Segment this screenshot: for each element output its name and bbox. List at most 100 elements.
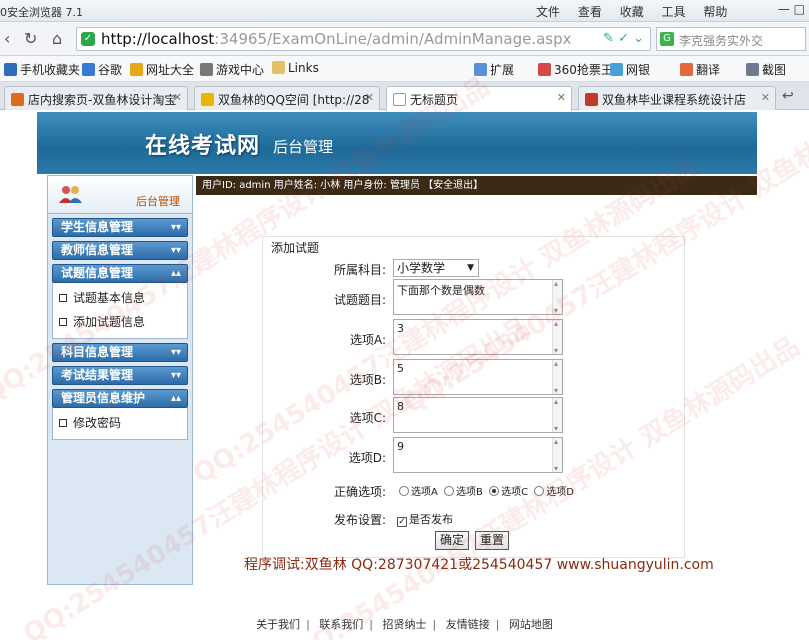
url-input[interactable]: ✓ http://localhost:34965/ExamOnLine/admi… bbox=[76, 27, 651, 51]
chevron-down-icon: ▾▾ bbox=[170, 245, 181, 256]
fav-item-extensions[interactable]: 扩展 bbox=[474, 61, 514, 78]
publish-checkbox[interactable]: ✓ 是否发布 bbox=[397, 511, 453, 527]
chevron-down-icon: ▾▾ bbox=[170, 222, 181, 233]
sidebar-group-body: 试题基本信息 添加试题信息 bbox=[52, 283, 188, 339]
tab-untitled[interactable]: 无标题页 ✕ bbox=[386, 86, 572, 111]
subject-label: 所属科目: bbox=[333, 263, 386, 277]
tab-course-store[interactable]: 双鱼林毕业课程系统设计店 ✕ bbox=[578, 86, 776, 110]
chevron-up-icon: ▴▴ bbox=[170, 268, 181, 279]
subject-select[interactable]: 小学数学 ▼ bbox=[393, 259, 479, 277]
menu-tools[interactable]: 工具 bbox=[662, 5, 686, 19]
chevron-down-icon: ▾▾ bbox=[170, 347, 181, 358]
footer-link-contact[interactable]: 联系我们 bbox=[319, 618, 363, 631]
web-page: 在线考试网 后台管理 用户ID: admin 用户姓名: 小林 用户身份: 管理… bbox=[0, 111, 809, 640]
fav-item-translate[interactable]: 翻译 bbox=[680, 61, 720, 78]
maximize-icon[interactable]: □ bbox=[794, 2, 805, 16]
close-icon[interactable]: ✕ bbox=[173, 91, 182, 104]
form-title: 添加试题 bbox=[271, 241, 320, 255]
tab-taobao-search[interactable]: 店内搜索页-双鱼林设计淘宝 ✕ bbox=[4, 86, 188, 110]
sidebar-group-student: 学生信息管理 ▾▾ bbox=[52, 218, 188, 237]
menu-file[interactable]: 文件 bbox=[536, 5, 560, 19]
browser-menu-bar: 文件 查看 收藏 工具 帮助 bbox=[536, 3, 741, 20]
answer-radio-b[interactable]: 选项B bbox=[441, 486, 483, 498]
fav-item-google[interactable]: 谷歌 bbox=[82, 61, 122, 78]
refresh-icon[interactable]: ↻ bbox=[24, 29, 37, 48]
sidebar-header: 后台管理 bbox=[48, 176, 192, 214]
fav-item-links[interactable]: Links bbox=[272, 61, 319, 75]
sidebar-group-body: 修改密码 bbox=[52, 408, 188, 440]
users-icon bbox=[59, 186, 82, 203]
browser-app-title: 0安全浏览器 7.1 bbox=[0, 6, 83, 19]
sidebar-group-admin: 管理员信息维护 ▴▴ 修改密码 bbox=[52, 389, 188, 440]
bullet-square-icon bbox=[59, 419, 67, 427]
footer-link-friends[interactable]: 友情链接 bbox=[446, 618, 490, 631]
sidebar-group-header[interactable]: 教师信息管理 ▾▾ bbox=[52, 241, 188, 260]
menu-help[interactable]: 帮助 bbox=[703, 5, 727, 19]
footer-link-sitemap[interactable]: 网站地图 bbox=[509, 618, 553, 631]
fav-item-bank[interactable]: 网银 bbox=[610, 61, 650, 78]
answer-radio-d[interactable]: 选项D bbox=[531, 486, 574, 498]
sidebar-group-header[interactable]: 管理员信息维护 ▴▴ bbox=[52, 389, 188, 408]
site-logo-subtitle: 后台管理 bbox=[273, 138, 334, 156]
sidebar-group-header[interactable]: 科目信息管理 ▾▾ bbox=[52, 343, 188, 362]
answer-radio-c[interactable]: 选项C bbox=[486, 486, 528, 498]
menu-view[interactable]: 查看 bbox=[578, 5, 602, 19]
option-b-label: 选项B: bbox=[349, 373, 386, 387]
chevron-down-icon: ▾▾ bbox=[170, 370, 181, 381]
sidebar-group-header[interactable]: 考试结果管理 ▾▾ bbox=[52, 366, 188, 385]
chevron-up-icon: ▴▴ bbox=[170, 393, 181, 404]
close-icon[interactable]: ✕ bbox=[365, 91, 374, 104]
minimize-icon[interactable]: — bbox=[778, 2, 790, 16]
question-label: 试题题目: bbox=[333, 293, 386, 307]
back-arrow-icon[interactable]: ‹ bbox=[4, 29, 10, 48]
sidebar-item-question-list[interactable]: 试题基本信息 bbox=[59, 286, 187, 310]
answer-radio-a[interactable]: 选项A bbox=[396, 486, 438, 498]
tab-qq-zone[interactable]: 双鱼林的QQ空间 [http://28 ✕ bbox=[194, 86, 380, 110]
scrollbar[interactable] bbox=[552, 437, 562, 473]
store-icon bbox=[585, 93, 598, 106]
sidebar-title: 后台管理 bbox=[136, 195, 180, 208]
reset-button[interactable]: 重置 bbox=[475, 531, 510, 550]
option-d-textarea[interactable]: 9 bbox=[393, 437, 563, 473]
tab-bar: 店内搜索页-双鱼林设计淘宝 ✕ 双鱼林的QQ空间 [http://28 ✕ 无标题页… bbox=[0, 82, 809, 111]
new-tab-icon[interactable]: ↩ bbox=[782, 88, 794, 104]
footer-link-jobs[interactable]: 招贤纳士 bbox=[383, 618, 427, 631]
scrollbar[interactable] bbox=[552, 319, 562, 355]
sidebar-group-header[interactable]: 试题信息管理 ▴▴ bbox=[52, 264, 188, 283]
scrollbar[interactable] bbox=[552, 397, 562, 433]
confirm-button[interactable]: 确定 bbox=[435, 531, 470, 550]
answer-label: 正确选项: bbox=[333, 485, 386, 499]
sidebar-group-header[interactable]: 学生信息管理 ▾▾ bbox=[52, 218, 188, 237]
user-info-bar[interactable]: 用户ID: admin 用户姓名: 小林 用户身份: 管理员 【安全退出】 bbox=[196, 176, 757, 195]
sidebar-item-change-password[interactable]: 修改密码 bbox=[59, 411, 187, 435]
menu-favorites[interactable]: 收藏 bbox=[620, 5, 644, 19]
home-icon[interactable]: ⌂ bbox=[52, 29, 62, 48]
add-question-form: 添加试题 所属科目: 小学数学▼ 试题题目: 下面那个数是偶数 选项A: 3 选… bbox=[262, 236, 685, 558]
close-icon[interactable]: ✕ bbox=[761, 91, 770, 104]
fav-item-web-directory[interactable]: 网址大全 bbox=[130, 61, 194, 78]
url-tools-icon[interactable]: ✎ ✓ ⌄ bbox=[603, 31, 644, 46]
option-a-textarea[interactable]: 3 bbox=[393, 319, 563, 355]
credit-text: 程序调试:双鱼林 QQ:287307421或254540457 www.shua… bbox=[244, 557, 714, 573]
option-b-textarea[interactable]: 5 bbox=[393, 359, 563, 395]
browser-titlebar: 0安全浏览器 7.1 文件 查看 收藏 工具 帮助 — □ bbox=[0, 0, 809, 22]
option-c-textarea[interactable]: 8 bbox=[393, 397, 563, 433]
scrollbar[interactable] bbox=[552, 359, 562, 395]
fav-item-game-center[interactable]: 游戏中心 bbox=[200, 61, 264, 78]
scrollbar[interactable] bbox=[552, 279, 562, 315]
option-c-label: 选项C: bbox=[349, 411, 386, 425]
url-text[interactable]: http://localhost:34965/ExamOnLine/admin/… bbox=[101, 30, 572, 48]
fav-item-mobile[interactable]: 手机收藏夹 bbox=[4, 61, 80, 78]
option-a-label: 选项A: bbox=[349, 333, 386, 347]
fav-item-screenshot[interactable]: 截图 bbox=[746, 61, 786, 78]
question-textarea[interactable]: 下面那个数是偶数 bbox=[393, 279, 563, 315]
sidebar-group-question: 试题信息管理 ▴▴ 试题基本信息 添加试题信息 bbox=[52, 264, 188, 339]
close-icon[interactable]: ✕ bbox=[557, 91, 566, 104]
shield-icon: ✓ bbox=[81, 32, 95, 46]
search-input[interactable]: G 李克强务实外交 bbox=[656, 27, 806, 51]
footer-link-about[interactable]: 关于我们 bbox=[256, 618, 300, 631]
sidebar-item-add-question[interactable]: 添加试题信息 bbox=[59, 310, 187, 334]
fav-item-ticket[interactable]: 360抢票王 bbox=[538, 61, 613, 78]
bullet-square-icon bbox=[59, 294, 67, 302]
sidebar-group-teacher: 教师信息管理 ▾▾ bbox=[52, 241, 188, 260]
